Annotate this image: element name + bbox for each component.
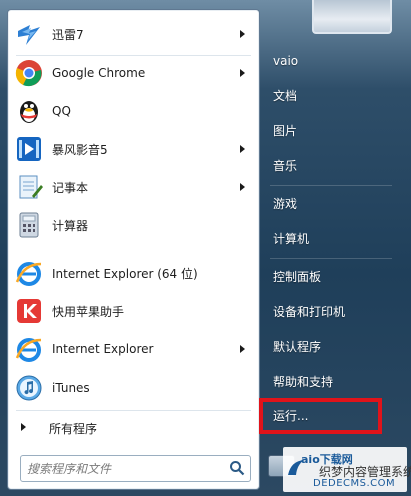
internet-explorer-icon	[15, 262, 42, 286]
right-item-games[interactable]: 游戏	[266, 191, 396, 217]
start-menu: 迅雷7 Google Chrome QQ 暴风影音5 记事本 计算器 Inter…	[0, 0, 411, 496]
kuaiyong-icon	[17, 299, 41, 323]
search-box[interactable]	[20, 455, 251, 482]
divider	[16, 410, 251, 411]
program-item-qq[interactable]: QQ	[8, 93, 259, 129]
program-label: Google Chrome	[52, 66, 146, 80]
right-item-default-programs[interactable]: 默认程序	[266, 334, 396, 360]
thunder-icon	[18, 25, 40, 45]
right-item-vaio[interactable]: vaio	[266, 48, 396, 74]
right-item-documents[interactable]: 文档	[266, 83, 396, 109]
qq-penguin-icon	[20, 101, 38, 123]
program-item-xunlei[interactable]: 迅雷7	[8, 16, 259, 52]
program-label: Internet Explorer	[52, 342, 154, 356]
program-item-ie64[interactable]: Internet Explorer (64 位)	[8, 255, 259, 291]
program-label: 计算器	[52, 218, 89, 233]
submenu-arrow-icon[interactable]	[240, 345, 245, 353]
program-label: 迅雷7	[52, 27, 84, 42]
submenu-arrow-icon[interactable]	[240, 145, 245, 153]
program-item-notepad[interactable]: 记事本	[8, 169, 259, 205]
program-item-chrome[interactable]: Google Chrome	[8, 55, 259, 91]
submenu-arrow-icon[interactable]	[240, 30, 245, 38]
right-item-music[interactable]: 音乐	[266, 153, 396, 179]
program-label: 暴风影音5	[52, 142, 108, 157]
right-item-devices-printers[interactable]: 设备和打印机	[266, 299, 396, 325]
expand-arrow-icon	[21, 423, 26, 431]
right-item-help-support[interactable]: 帮助和支持	[266, 369, 396, 395]
program-item-kuaiyong[interactable]: 快用苹果助手	[8, 293, 259, 329]
all-programs-label: 所有程序	[49, 422, 98, 436]
search-icon[interactable]	[229, 460, 245, 476]
divider	[270, 258, 392, 259]
watermark-domain: DEDECMS.COM	[313, 478, 396, 489]
program-item-ie[interactable]: Internet Explorer	[8, 331, 259, 367]
program-label: QQ	[52, 104, 71, 118]
program-label: 快用苹果助手	[52, 304, 125, 319]
run-highlight-box	[259, 398, 382, 434]
watermark: aio下载网 织梦内容管理系统 DEDECMS.COM	[283, 447, 411, 492]
baofeng-icon	[17, 137, 41, 161]
submenu-arrow-icon[interactable]	[240, 183, 245, 191]
search-input[interactable]	[25, 459, 219, 479]
program-label: 记事本	[52, 180, 89, 195]
submenu-arrow-icon[interactable]	[240, 69, 245, 77]
divider	[270, 185, 392, 186]
program-item-itunes[interactable]: iTunes	[8, 370, 259, 406]
internet-explorer-icon	[15, 338, 42, 362]
programs-pane: 迅雷7 Google Chrome QQ 暴风影音5 记事本 计算器 Inter…	[7, 9, 260, 490]
itunes-icon	[16, 375, 42, 401]
program-item-baofeng[interactable]: 暴风影音5	[8, 131, 259, 167]
notepad-icon	[19, 175, 43, 199]
right-item-computer[interactable]: 计算机	[266, 226, 396, 252]
calculator-icon	[19, 212, 39, 238]
user-avatar[interactable]	[312, 0, 392, 34]
chrome-icon	[15, 60, 42, 87]
program-item-calculator[interactable]: 计算器	[8, 207, 259, 243]
program-label: Internet Explorer (64 位)	[52, 266, 198, 281]
program-label: iTunes	[52, 381, 90, 395]
right-item-control-panel[interactable]: 控制面板	[266, 264, 396, 290]
right-item-pictures[interactable]: 图片	[266, 118, 396, 144]
all-programs-button[interactable]: 所有程序	[8, 413, 259, 441]
